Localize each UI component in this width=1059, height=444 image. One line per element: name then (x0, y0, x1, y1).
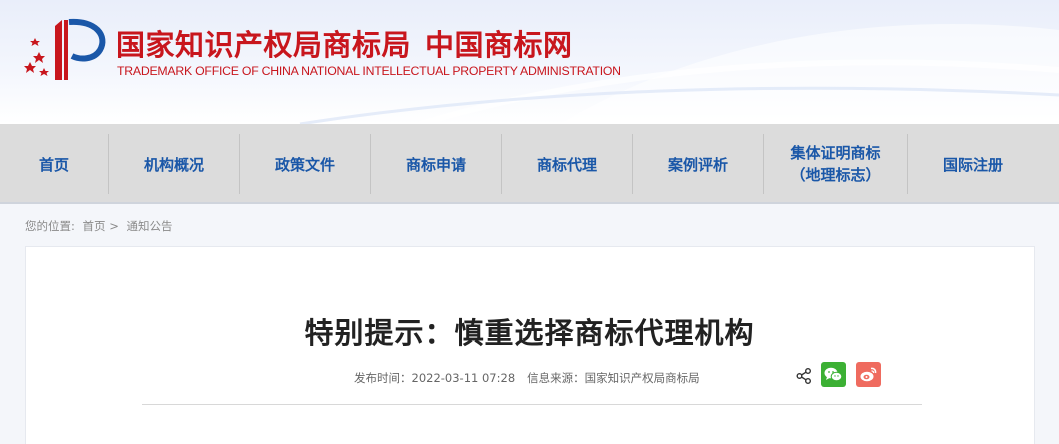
site-title-cnipa: 国家知识产权局商标局 (116, 28, 412, 62)
weibo-share-button[interactable] (856, 362, 881, 387)
nav-international[interactable]: 国际注册 (908, 124, 1038, 204)
site-subtitle: TRADEMARK OFFICE OF CHINA NATIONAL INTEL… (117, 64, 621, 78)
source-value: 国家知识产权局商标局 (584, 371, 700, 385)
nav-application-label: 商标申请 (405, 155, 466, 174)
weibo-icon (860, 367, 877, 382)
nav-agency-label: 商标代理 (536, 155, 597, 174)
nav-collective-marks-line1: 集体证明商标 (790, 144, 881, 162)
site-title-ctmo: 中国商标网 (425, 28, 573, 62)
breadcrumb: 您的位置: 首页 > 通知公告 (25, 218, 172, 234)
main-nav: 首页 机构概况 政策文件 商标申请 商标代理 案例评析 集体证明商标 （地理标志… (0, 124, 1059, 204)
publish-time: 2022-03-11 07:28 (411, 371, 516, 385)
nav-cases-label: 案例评析 (667, 155, 728, 174)
breadcrumb-separator: > (109, 219, 119, 233)
site-header: 国家知识产权局商标局 中国商标网 TRADEMARK OFFICE OF CHIN… (0, 0, 1059, 124)
breadcrumb-home-link[interactable]: 首页 (83, 219, 106, 233)
nav-cases[interactable]: 案例评析 (633, 124, 763, 204)
nav-agency[interactable]: 商标代理 (502, 124, 632, 204)
nav-international-label: 国际注册 (942, 155, 1003, 174)
share-icon[interactable] (795, 367, 813, 385)
meta-divider (142, 404, 922, 405)
nav-policy[interactable]: 政策文件 (240, 124, 370, 204)
source-label: 信息来源： (527, 371, 585, 385)
breadcrumb-prefix: 您的位置: (25, 219, 75, 233)
cnipa-logo-icon (24, 18, 106, 80)
wechat-share-button[interactable] (821, 362, 846, 387)
site-title: 国家知识产权局商标局 中国商标网 (116, 22, 573, 64)
nav-home-label: 首页 (38, 155, 69, 174)
nav-application[interactable]: 商标申请 (371, 124, 501, 204)
nav-about[interactable]: 机构概况 (109, 124, 239, 204)
nav-collective-marks[interactable]: 集体证明商标 （地理标志） (764, 124, 907, 204)
wechat-icon (824, 367, 843, 382)
article-meta: 发布时间：2022-03-11 07:28 信息来源：国家知识产权局商标局 (354, 370, 700, 386)
publish-time-label: 发布时间： (354, 371, 412, 385)
nav-home[interactable]: 首页 (0, 124, 108, 204)
nav-policy-label: 政策文件 (274, 155, 335, 174)
article-title: 特别提示：慎重选择商标代理机构 (304, 316, 755, 350)
nav-about-label: 机构概况 (143, 155, 204, 174)
nav-collective-marks-line2: （地理标志） (790, 166, 881, 184)
breadcrumb-current-link[interactable]: 通知公告 (126, 219, 172, 233)
